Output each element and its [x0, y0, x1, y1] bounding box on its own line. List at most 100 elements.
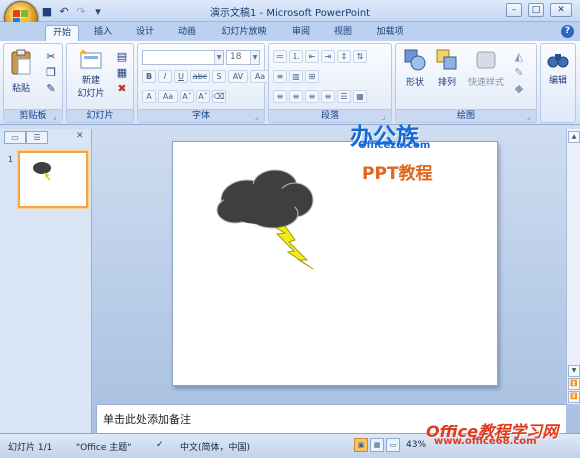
font-group: ▼ 18 ▼ B I U abc S AV Aa A Aa A˄ A˅ ⌫ 字体… [137, 43, 270, 123]
align-left-icon[interactable]: ≡ [273, 90, 287, 103]
spellcheck-icon[interactable]: ✓ [156, 440, 164, 450]
char-spacing-icon[interactable]: AV [228, 70, 248, 83]
font-group-label: 字体 [138, 109, 264, 122]
arrange-label: 排列 [437, 78, 456, 88]
increase-indent-icon[interactable]: ⇥ [321, 50, 335, 63]
minimize-icon[interactable]: – [506, 3, 522, 17]
grow-font-icon[interactable]: A˄ [180, 90, 194, 103]
brand-logo-subtitle: PPT教程 [362, 164, 433, 184]
slides-tab-icon[interactable]: ▭ [4, 131, 26, 144]
paste-icon [11, 49, 31, 75]
slide-thumbnail[interactable] [18, 151, 88, 208]
slide-canvas[interactable] [172, 141, 498, 386]
italic-icon[interactable]: I [158, 70, 172, 83]
cloud-shape [216, 169, 314, 229]
numbering-icon[interactable]: ⒈ [289, 50, 303, 63]
underline-icon[interactable]: U [174, 70, 188, 83]
outline-tab-icon[interactable]: ☰ [26, 131, 48, 144]
tab-review[interactable]: 审阅 [286, 25, 316, 41]
shapes-button[interactable]: 形状 [400, 48, 430, 88]
delete-slide-icon[interactable]: ✖ [115, 82, 129, 95]
paste-button[interactable]: 粘贴 [8, 48, 34, 94]
columns-menu-icon[interactable]: ▦ [353, 90, 367, 103]
customize-icon[interactable]: ▾ [91, 5, 105, 18]
tab-design[interactable]: 设计 [130, 25, 160, 41]
justify-icon[interactable]: ≡ [321, 90, 335, 103]
line-spacing-icon[interactable]: ↕ [337, 50, 351, 63]
clipboard-group: 粘贴 ✂ ❐ ✎ 剪贴板 ⌟ [3, 43, 63, 123]
align-right-icon[interactable]: ≡ [305, 90, 319, 103]
vertical-scrollbar[interactable]: ▲ ▼ ⏫ ⏬ [566, 129, 580, 404]
drawing-dialog-icon[interactable]: ⌟ [527, 113, 535, 121]
save-icon[interactable]: ■ [40, 5, 54, 18]
tab-slideshow[interactable]: 幻灯片放映 [214, 25, 274, 41]
thumbnail-preview [33, 162, 51, 181]
font-size-combo[interactable]: 18 ▼ [226, 50, 260, 65]
thumbnail-number: 1 [8, 155, 14, 164]
distribute-icon[interactable]: ☰ [337, 90, 351, 103]
columns-icon[interactable]: ▥ [289, 70, 303, 83]
format-painter-icon[interactable]: ✎ [44, 82, 58, 95]
bold-icon[interactable]: B [142, 70, 156, 83]
scroll-down-icon[interactable]: ▼ [568, 365, 580, 377]
font-dialog-icon[interactable]: ⌟ [255, 113, 263, 121]
clipboard-dialog-icon[interactable]: ⌟ [53, 113, 61, 121]
tab-view[interactable]: 视图 [328, 25, 358, 41]
shrink-font-icon[interactable]: A˅ [196, 90, 210, 103]
zoom-level: 43% [406, 440, 427, 450]
reset-icon[interactable]: ▦ [115, 66, 129, 79]
slide-sorter-icon[interactable]: ▦ [370, 438, 384, 452]
shape-outline-icon[interactable]: ✎ [512, 66, 526, 79]
cut-icon[interactable]: ✂ [44, 50, 58, 63]
help-icon[interactable]: ? [561, 25, 574, 38]
redo-icon[interactable]: ↷ [74, 5, 88, 18]
clear-format-icon[interactable]: ⌫ [212, 90, 226, 103]
slides-group: 新建 幻灯片 ▤ ▦ ✖ 幻灯片 [66, 43, 134, 123]
shape-fill-icon[interactable]: ◭ [512, 50, 526, 63]
next-slide-icon[interactable]: ⏬ [568, 391, 580, 403]
previous-slide-icon[interactable]: ⏫ [568, 378, 580, 390]
lightning-bolt-shape [274, 225, 314, 270]
font-name-combo[interactable]: ▼ [142, 50, 224, 65]
shadow-icon[interactable]: S [212, 70, 226, 83]
normal-view-icon[interactable]: ▣ [354, 438, 368, 452]
copy-icon[interactable]: ❐ [44, 66, 58, 79]
decrease-indent-icon[interactable]: ⇤ [305, 50, 319, 63]
scroll-up-icon[interactable]: ▲ [568, 131, 580, 143]
align-text-icon[interactable]: ≡ [273, 70, 287, 83]
slides-pane: ▭ ☰ ✕ 1 [0, 129, 92, 433]
slide-artwork [216, 169, 314, 270]
text-direction-icon[interactable]: ⇅ [353, 50, 367, 63]
slideshow-view-icon[interactable]: ▭ [386, 438, 400, 452]
tab-insert[interactable]: 插入 [88, 25, 118, 41]
editing-button[interactable]: 编辑 [543, 50, 573, 86]
drawing-group: 形状 排列 快速样式 ◭ ✎ ◆ 绘图 ⌟ [395, 43, 537, 123]
brand-logo-url: Officezu.com [358, 140, 431, 151]
arrange-button[interactable]: 排列 [432, 48, 462, 88]
close-icon[interactable]: ✕ [550, 3, 572, 17]
font-color-icon[interactable]: A [142, 90, 156, 103]
chevron-down-icon: ▼ [250, 51, 259, 64]
strikethrough-icon[interactable]: abc [190, 70, 210, 83]
new-slide-button[interactable]: 新建 幻灯片 [71, 48, 111, 99]
bullets-icon[interactable]: ≔ [273, 50, 287, 63]
layout-icon[interactable]: ▤ [115, 50, 129, 63]
smartart-icon[interactable]: ⊞ [305, 70, 319, 83]
quick-styles-button[interactable]: 快速样式 [464, 48, 508, 88]
shapes-label: 形状 [405, 78, 424, 88]
slide-counter: 幻灯片 1/1 [8, 443, 53, 453]
shape-effects-icon[interactable]: ◆ [512, 82, 526, 95]
new-slide-icon [79, 49, 102, 69]
paragraph-group: ≔ ⒈ ⇤ ⇥ ↕ ⇅ ≡ ▥ ⊞ ≡ ≡ ≡ ≡ ☰ ▦ 段落 ⌟ [268, 43, 392, 123]
ribbon: 粘贴 ✂ ❐ ✎ 剪贴板 ⌟ 新建 幻灯片 ▤ ▦ ✖ 幻灯片 ▼ 18 ▼ B… [0, 41, 580, 125]
tab-home[interactable]: 开始 [45, 25, 79, 41]
undo-icon[interactable]: ↶ [57, 5, 71, 18]
tab-addins[interactable]: 加载项 [370, 25, 410, 41]
align-center-icon[interactable]: ≡ [289, 90, 303, 103]
close-pane-icon[interactable]: ✕ [76, 131, 84, 141]
case-menu-icon[interactable]: Aa [158, 90, 178, 103]
tab-animations[interactable]: 动画 [172, 25, 202, 41]
maximize-icon[interactable]: □ [528, 3, 544, 17]
quick-styles-label: 快速样式 [467, 78, 504, 88]
change-case-icon[interactable]: Aa [250, 70, 270, 83]
